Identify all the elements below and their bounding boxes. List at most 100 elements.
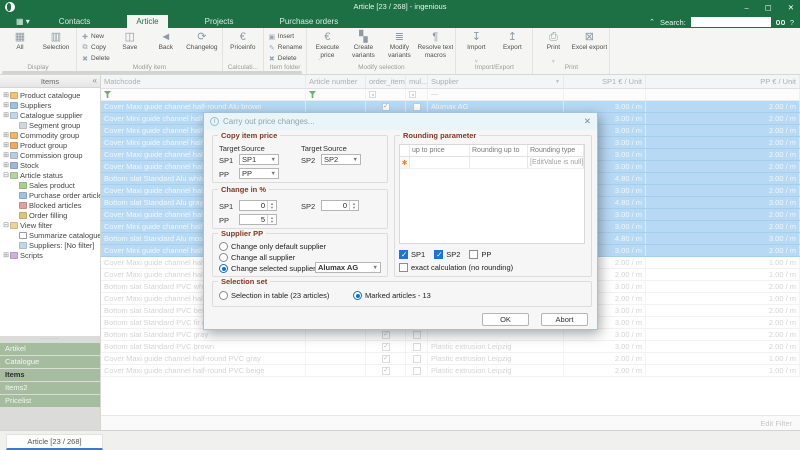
filter-checkbox-icon[interactable] xyxy=(409,91,416,98)
rounding-cell-up-to-price[interactable] xyxy=(410,157,470,168)
edit-filter-button[interactable]: Edit Filter xyxy=(760,419,792,428)
app-menu-button[interactable]: ▦ ▾ xyxy=(16,17,30,26)
change-spinner-sp2[interactable]: 0▲▼ xyxy=(321,200,359,211)
all-button[interactable]: ▦All xyxy=(2,28,38,60)
rounding-checkbox-sp2[interactable]: SP2 xyxy=(434,250,460,259)
order-item-checkbox[interactable] xyxy=(382,367,390,375)
priceinfo-button[interactable]: €Priceinfo xyxy=(225,28,261,60)
expander-icon[interactable]: ⊞ xyxy=(2,91,10,99)
sidebar-item-segment-group[interactable]: Segment group xyxy=(0,120,100,130)
expander-icon[interactable]: ⊞ xyxy=(2,111,10,119)
sidebar-item-blocked-articles[interactable]: Blocked articles xyxy=(0,200,100,210)
status-tab-article[interactable]: Article [23 / 268] xyxy=(6,434,103,450)
export-button[interactable]: ↥Export xyxy=(494,28,530,60)
panel-button-items2[interactable]: Items2 xyxy=(0,382,100,394)
sidebar-item-suppliers-no-filter[interactable]: Suppliers: [No filter] xyxy=(0,240,100,250)
insert-button[interactable]: ▣Insert xyxy=(268,31,303,42)
table-row[interactable]: Bottom slat Standard PVC gray3.00 / m2.0… xyxy=(101,329,800,341)
expander-icon[interactable]: ⊞ xyxy=(2,141,10,149)
copy-source-select-sp1[interactable]: SP1▼ xyxy=(239,154,279,165)
sidebar-item-view-filter[interactable]: ⊟View filter xyxy=(0,220,100,230)
change-spinner-pp[interactable]: 5▲▼ xyxy=(239,214,277,225)
sidebar-item-scripts[interactable]: ⊞Scripts xyxy=(0,250,100,260)
column-header-sp1[interactable]: SP1 € / Unit xyxy=(564,75,646,88)
panel-button-catalogue[interactable]: Catalogue xyxy=(0,356,100,368)
order-item-checkbox[interactable] xyxy=(382,103,390,111)
sidebar-item-catalogue-supplier[interactable]: ⊞Catalogue supplier xyxy=(0,110,100,120)
import-button[interactable]: ↧Import˅ xyxy=(458,28,494,64)
panel-button-artikel[interactable]: Artikel xyxy=(0,343,100,355)
rename-button[interactable]: ✎Rename xyxy=(268,42,303,53)
table-row[interactable]: Cover Maxi guide channel half-round PVC … xyxy=(101,353,800,365)
sidebar-item-product-group[interactable]: ⊞Product group xyxy=(0,140,100,150)
table-row[interactable]: Cover Maxi guide channel half-round PVC … xyxy=(101,365,800,377)
selection-button[interactable]: ▥Selection xyxy=(38,28,74,60)
resolve-text-macros-button[interactable]: ¶Resolve text macros xyxy=(417,28,453,60)
supplier-select[interactable]: Alumax AG▼ xyxy=(315,262,381,273)
sidebar-collapse-icon[interactable]: « xyxy=(93,76,97,85)
expander-icon[interactable]: ⊟ xyxy=(2,171,10,179)
rounding-checkbox-sp1[interactable]: SP1 xyxy=(399,250,425,259)
create-variants-button[interactable]: ▚Create variants xyxy=(345,28,381,60)
sidebar-item-summarize-catalogue[interactable]: Summarize catalogue xyxy=(0,230,100,240)
modify-variants-button[interactable]: ≣Modify variants xyxy=(381,28,417,60)
ribbon-collapse-icon[interactable]: ⌃ xyxy=(649,18,655,26)
column-header-supplier[interactable]: Supplier▼ xyxy=(428,75,564,88)
multi-checkbox[interactable] xyxy=(413,367,421,375)
radio-marked-articles-13[interactable]: Marked articles - 13 xyxy=(353,291,431,300)
copy-source-select-sp2[interactable]: SP2▼ xyxy=(321,154,361,165)
sidebar-item-commodity-group[interactable]: ⊞Commodity group xyxy=(0,130,100,140)
table-row[interactable]: Bottom slat Standard PVC brownPlastic ex… xyxy=(101,341,800,353)
ribbon-scroll-hint[interactable] xyxy=(2,71,302,74)
print-button[interactable]: ⎙Print˅ xyxy=(535,28,571,64)
help-button[interactable]: ? xyxy=(790,18,794,27)
rounding-checkbox-pp[interactable]: PP xyxy=(469,250,491,259)
sidebar-item-article-status[interactable]: ⊟Article status xyxy=(0,170,100,180)
sidebar-item-purchase-order-article[interactable]: Purchase order article xyxy=(0,190,100,200)
expander-icon[interactable]: ⊞ xyxy=(2,161,10,169)
sidebar-item-commission-group[interactable]: ⊞Commission group xyxy=(0,150,100,160)
changelog-button[interactable]: ⟳Changelog xyxy=(184,28,220,60)
radio-change-only-default-supplier[interactable]: Change only default supplier xyxy=(219,242,326,251)
maximize-button[interactable]: ▢ xyxy=(765,3,772,12)
binoculars-icon[interactable] xyxy=(776,20,785,25)
expander-icon[interactable]: ⊞ xyxy=(2,151,10,159)
panel-button-items[interactable]: Items xyxy=(0,369,100,381)
sidebar-item-sales-product[interactable]: Sales product xyxy=(0,180,100,190)
save-button[interactable]: ◫Save xyxy=(112,28,148,60)
expander-icon[interactable]: ⊞ xyxy=(2,251,10,259)
multi-checkbox[interactable] xyxy=(413,343,421,351)
filter-funnel-icon[interactable] xyxy=(309,91,316,98)
filter-checkbox-icon[interactable] xyxy=(369,91,376,98)
filter-funnel-icon[interactable] xyxy=(104,91,111,98)
search-input[interactable] xyxy=(691,17,771,27)
change-spinner-sp1[interactable]: 0▲▼ xyxy=(239,200,277,211)
radio-selection-in-table-23-articles[interactable]: Selection in table (23 articles) xyxy=(219,291,329,300)
multi-checkbox[interactable] xyxy=(413,355,421,363)
multi-checkbox[interactable] xyxy=(413,331,421,339)
abort-button[interactable]: Abort xyxy=(541,313,588,326)
expander-icon[interactable]: ⊞ xyxy=(2,131,10,139)
minimize-button[interactable]: – xyxy=(744,3,748,12)
tab-purchase-orders[interactable]: Purchase orders xyxy=(271,15,348,28)
tab-projects[interactable]: Projects xyxy=(196,15,243,28)
radio-change-all-supplier[interactable]: Change all supplier xyxy=(219,253,295,262)
order-item-checkbox[interactable] xyxy=(382,331,390,339)
exact-calculation-checkbox[interactable]: exact calculation (no rounding) xyxy=(399,263,513,272)
tab-contacts[interactable]: Contacts xyxy=(50,15,100,28)
delete-button[interactable]: ✖Delete xyxy=(268,53,303,64)
copy-button[interactable]: ⧉Copy xyxy=(81,42,110,53)
sidebar-item-stock[interactable]: ⊞Stock xyxy=(0,160,100,170)
delete-button[interactable]: ✖Delete xyxy=(81,53,110,64)
rounding-cell-rounding-up-to[interactable] xyxy=(470,157,528,168)
column-header-matchcode[interactable]: Matchcode xyxy=(101,75,306,88)
dialog-close-icon[interactable]: ✕ xyxy=(584,116,591,127)
tab-article[interactable]: Article xyxy=(127,15,167,28)
expander-icon[interactable]: ⊞ xyxy=(2,101,10,109)
rounding-table[interactable]: up to priceRounding up toRounding type ✱… xyxy=(399,144,585,244)
rounding-cell-rounding-type[interactable]: [EditValue is null] xyxy=(528,157,584,168)
sidebar-item-product-catalogue[interactable]: ⊞Product catalogue xyxy=(0,90,100,100)
back-button[interactable]: ◄Back xyxy=(148,28,184,60)
column-header-pp[interactable]: PP € / Unit xyxy=(646,75,800,88)
column-header-order_item[interactable]: order_item xyxy=(366,75,406,88)
